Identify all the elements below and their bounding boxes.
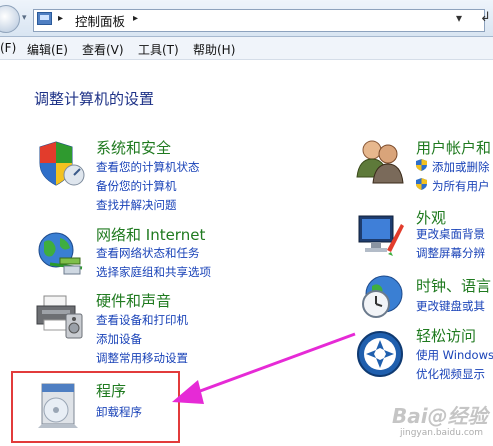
uac-shield-icon bbox=[416, 178, 427, 190]
pointer-arrow bbox=[172, 332, 356, 404]
highlight-box bbox=[11, 371, 180, 443]
menu-view[interactable]: 查看(V) bbox=[82, 41, 124, 58]
address-dropdown-button[interactable]: ▾ bbox=[456, 11, 462, 25]
breadcrumb-separator[interactable]: ▸ bbox=[133, 13, 138, 24]
link-screen-resolution[interactable]: 调整屏幕分辨 bbox=[416, 245, 485, 261]
menu-file[interactable]: (F) bbox=[0, 41, 16, 55]
watermark-url: jingyan.baidu.com bbox=[400, 428, 484, 438]
category-title-system-security[interactable]: 系统和安全 bbox=[96, 137, 171, 158]
link-change-keyboard[interactable]: 更改键盘或其 bbox=[416, 298, 485, 314]
page-title: 调整计算机的设置 bbox=[34, 90, 155, 108]
watermark-logo: Bai@经验 bbox=[392, 404, 488, 428]
link-homegroup-sharing[interactable]: 选择家庭组和共享选项 bbox=[96, 264, 211, 280]
link-let-windows-suggest[interactable]: 使用 Windows bbox=[416, 347, 493, 363]
link-devices-printers[interactable]: 查看设备和打印机 bbox=[96, 312, 188, 328]
link-backup-computer[interactable]: 备份您的计算机 bbox=[96, 178, 177, 194]
menu-edit[interactable]: 编辑(E) bbox=[27, 41, 68, 58]
link-change-background[interactable]: 更改桌面背景 bbox=[416, 226, 485, 242]
category-title-hardware-sound[interactable]: 硬件和声音 bbox=[96, 290, 171, 311]
category-title-clock-language[interactable]: 时钟、语言 bbox=[416, 275, 491, 296]
breadcrumb-separator[interactable]: ▸ bbox=[58, 13, 63, 24]
system-security-icon bbox=[39, 141, 85, 186]
category-title-network-internet[interactable]: 网络和 Internet bbox=[96, 224, 205, 245]
link-optimize-display[interactable]: 优化视频显示 bbox=[416, 366, 485, 382]
refresh-button[interactable]: ↲ bbox=[480, 10, 491, 25]
menu-help[interactable]: 帮助(H) bbox=[193, 41, 235, 58]
link-network-status[interactable]: 查看网络状态和任务 bbox=[96, 245, 200, 261]
menu-tools[interactable]: 工具(T) bbox=[138, 41, 179, 58]
nav-history-dropdown[interactable]: ▾ bbox=[22, 13, 27, 23]
ease-of-access-icon bbox=[357, 331, 403, 377]
hardware-sound-icon bbox=[36, 295, 83, 339]
control-panel-icon bbox=[37, 12, 52, 25]
category-title-ease-of-access[interactable]: 轻松访问 bbox=[416, 325, 476, 346]
link-all-users[interactable]: 为所有用户 bbox=[432, 178, 490, 194]
menu-bar bbox=[0, 37, 493, 60]
breadcrumb-control-panel[interactable]: 控制面板 bbox=[75, 11, 125, 30]
clock-language-icon bbox=[362, 275, 403, 318]
link-add-device[interactable]: 添加设备 bbox=[96, 331, 142, 347]
link-troubleshoot[interactable]: 查找并解决问题 bbox=[96, 197, 177, 213]
category-title-user-accounts[interactable]: 用户帐户和 bbox=[416, 137, 491, 158]
link-add-remove-accounts[interactable]: 添加或删除 bbox=[432, 159, 490, 175]
appearance-icon bbox=[358, 215, 404, 256]
user-accounts-icon bbox=[356, 140, 404, 184]
uac-shield-icon bbox=[416, 159, 427, 171]
link-view-computer-status[interactable]: 查看您的计算机状态 bbox=[96, 159, 200, 175]
network-icon bbox=[38, 232, 83, 275]
category-title-appearance[interactable]: 外观 bbox=[416, 207, 446, 228]
